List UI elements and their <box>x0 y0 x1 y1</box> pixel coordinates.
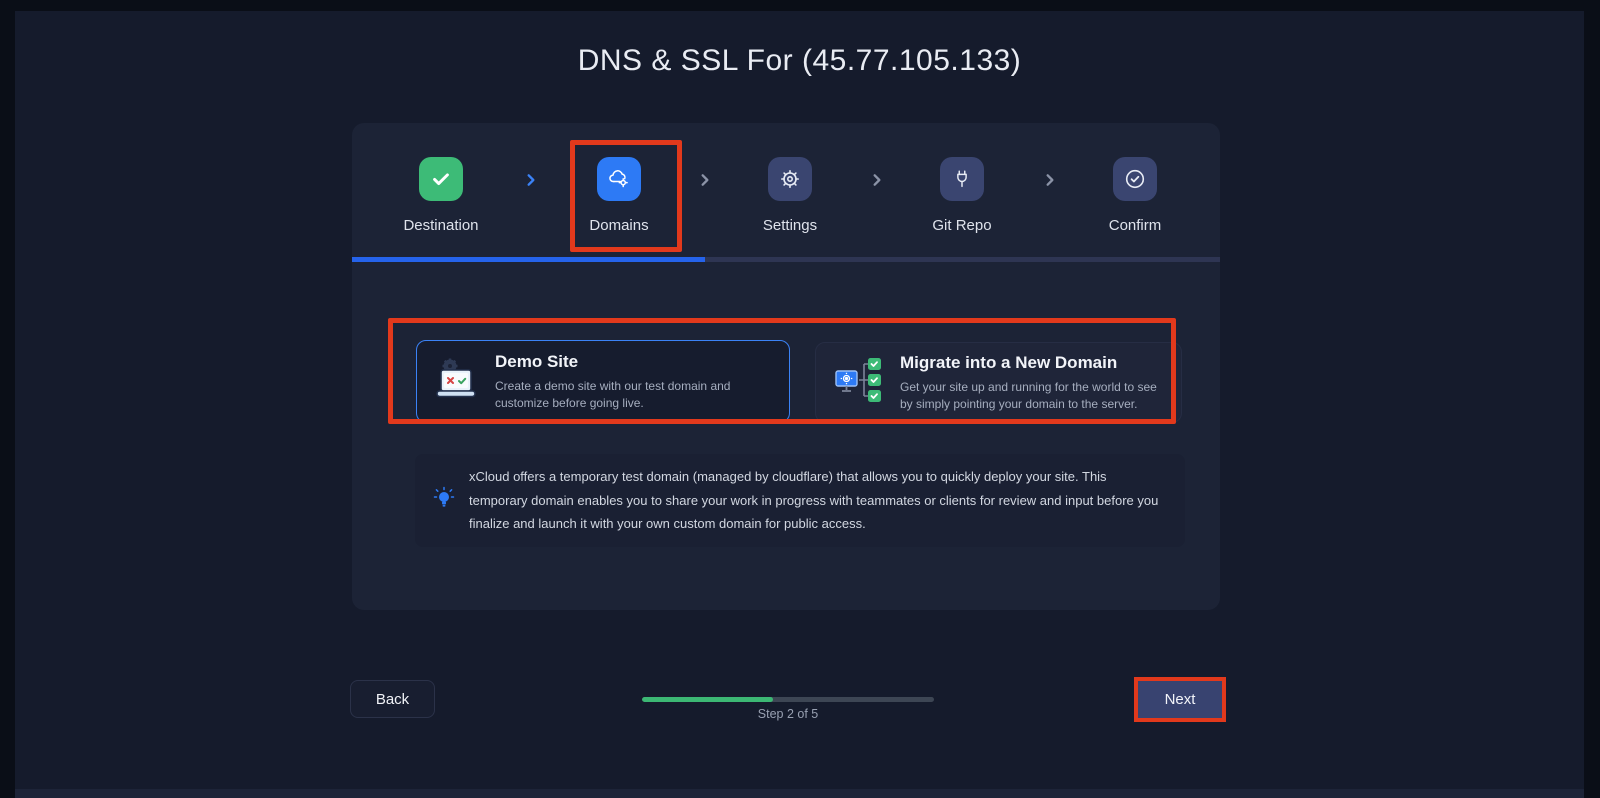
monitor-checklist-icon <box>832 356 884 409</box>
step-label: Confirm <box>1108 217 1162 234</box>
gear-icon <box>768 157 812 201</box>
step-settings[interactable]: Settings <box>730 157 850 234</box>
step-label: Domains <box>589 217 649 234</box>
step-destination[interactable]: Destination <box>381 157 501 234</box>
cloud-gear-icon <box>597 157 641 201</box>
bottom-edge-strip <box>15 789 1584 798</box>
option-title: Demo Site <box>495 351 579 371</box>
wizard-progress-bar <box>642 697 934 702</box>
chevron-right-icon <box>524 173 538 187</box>
option-card-demo-site[interactable]: Demo Site Create a demo site with our te… <box>416 340 790 423</box>
stepper-progress-fill <box>352 257 706 262</box>
option-description: Get your site up and running for the wor… <box>900 379 1157 411</box>
next-button[interactable]: Next <box>1138 681 1222 718</box>
stepper-progress-track <box>352 257 1220 262</box>
option-title: Migrate into a New Domain <box>900 352 1118 372</box>
lightbulb-icon <box>433 486 455 515</box>
step-label: Git Repo <box>932 217 992 234</box>
step-label: Destination <box>403 217 479 234</box>
chevron-right-icon <box>1043 173 1057 187</box>
step-confirm[interactable]: Confirm <box>1075 157 1195 234</box>
info-note-text: xCloud offers a temporary test domain (m… <box>469 469 1159 532</box>
option-description: Create a demo site with our test domain … <box>495 378 731 410</box>
chevron-right-icon <box>698 173 712 187</box>
annotation-box-next: Next <box>1134 677 1226 722</box>
laptop-gear-icon <box>433 357 479 406</box>
step-indicator: Step 2 of 5 <box>757 707 819 721</box>
info-note: xCloud offers a temporary test domain (m… <box>415 454 1185 547</box>
page-title: DNS & SSL For (45.77.105.133) <box>577 44 1022 77</box>
wizard-progress-fill <box>642 697 774 702</box>
step-git-repo[interactable]: Git Repo <box>902 157 1022 234</box>
chevron-right-icon <box>870 173 884 187</box>
wizard-screen: DNS & SSL For (45.77.105.133) Destinatio… <box>15 11 1584 798</box>
check-icon <box>419 157 463 201</box>
option-card-migrate-domain[interactable]: Migrate into a New Domain Get your site … <box>815 342 1182 423</box>
check-circle-icon <box>1113 157 1157 201</box>
step-domains[interactable]: Domains <box>559 157 679 234</box>
back-button[interactable]: Back <box>350 680 435 718</box>
wizard-panel: Destination Domains Settings Git Repo Co… <box>352 123 1220 610</box>
plug-icon <box>940 157 984 201</box>
step-label: Settings <box>762 217 818 234</box>
